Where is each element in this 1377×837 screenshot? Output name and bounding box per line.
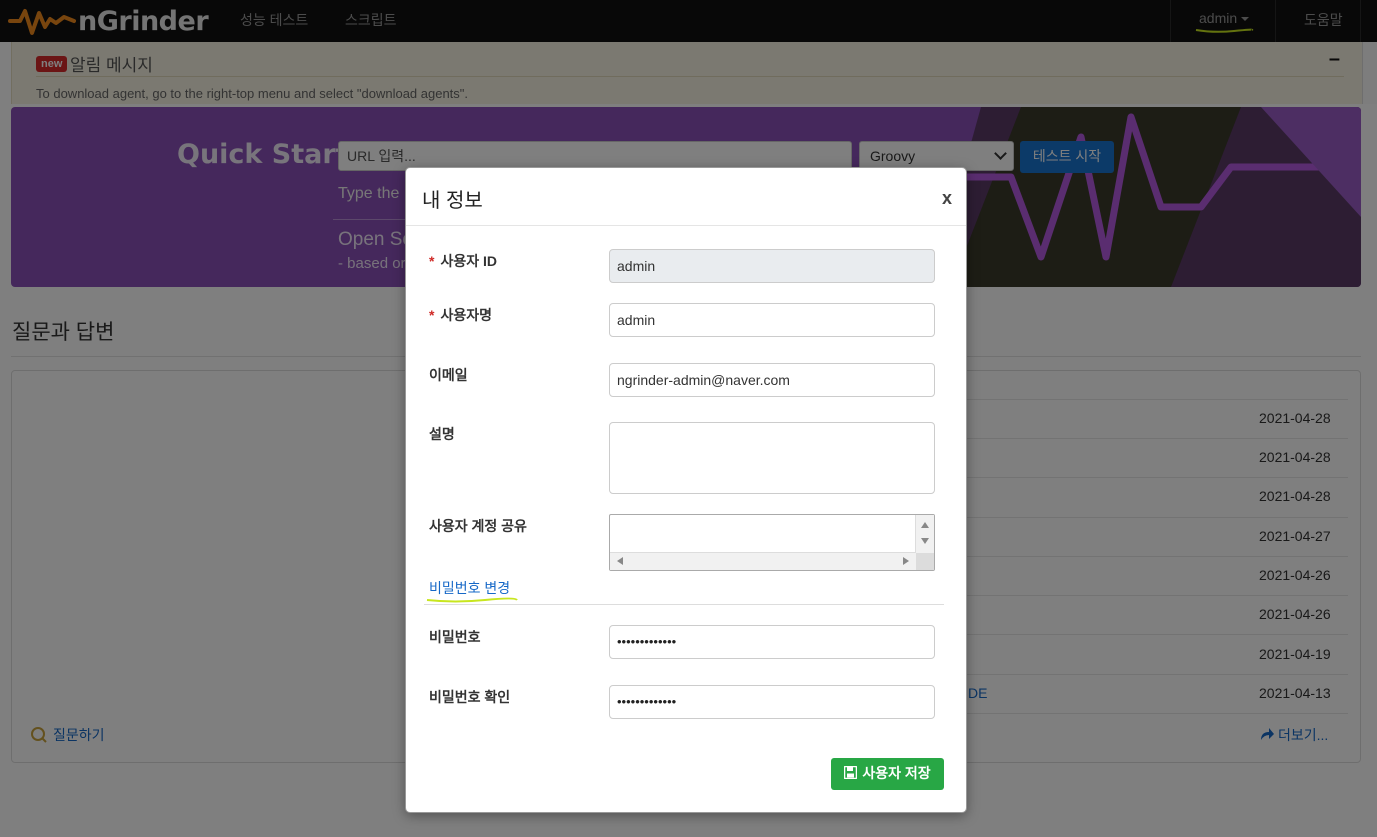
scroll-down-icon[interactable] xyxy=(921,538,929,544)
divider xyxy=(424,604,944,605)
email-field[interactable]: ngrinder-admin@naver.com xyxy=(609,363,935,397)
scroll-corner xyxy=(916,553,934,570)
scroll-up-icon[interactable] xyxy=(921,522,929,528)
user-name-field[interactable]: admin xyxy=(609,303,935,337)
password-confirm-field[interactable]: ••••••••••••• xyxy=(609,685,935,719)
scrollbar[interactable] xyxy=(610,552,916,570)
my-info-modal: 내 정보 x * 사용자 ID admin * 사용자명 admin 이메일 ngr… xyxy=(405,167,967,813)
modal-title: 내 정보 xyxy=(422,190,483,212)
user-id-field: admin xyxy=(609,249,935,283)
change-password-link[interactable]: 비밀번호 변경 xyxy=(429,578,510,598)
share-account-label: 사용자 계정 공유 xyxy=(429,518,527,534)
scrollbar[interactable] xyxy=(915,515,934,553)
user-name-label: * 사용자명 xyxy=(429,307,492,323)
annotation-underline xyxy=(426,597,518,603)
user-id-label: * 사용자 ID xyxy=(429,253,497,269)
description-field[interactable] xyxy=(609,422,935,494)
password-field[interactable]: ••••••••••••• xyxy=(609,625,935,659)
required-mark: * xyxy=(429,253,435,269)
required-mark: * xyxy=(429,307,435,323)
save-user-button[interactable]: 사용자 저장 xyxy=(831,758,944,790)
divider xyxy=(406,225,966,226)
save-user-label: 사용자 저장 xyxy=(862,765,931,781)
scroll-left-icon[interactable] xyxy=(617,557,623,565)
floppy-disk-icon xyxy=(844,765,858,780)
password-confirm-label: 비밀번호 확인 xyxy=(429,689,511,705)
share-account-select[interactable] xyxy=(609,514,935,571)
scroll-right-icon[interactable] xyxy=(903,557,909,565)
close-icon[interactable]: x xyxy=(942,188,952,209)
description-label: 설명 xyxy=(429,426,455,442)
password-label: 비밀번호 xyxy=(429,629,481,645)
email-label: 이메일 xyxy=(429,367,468,383)
